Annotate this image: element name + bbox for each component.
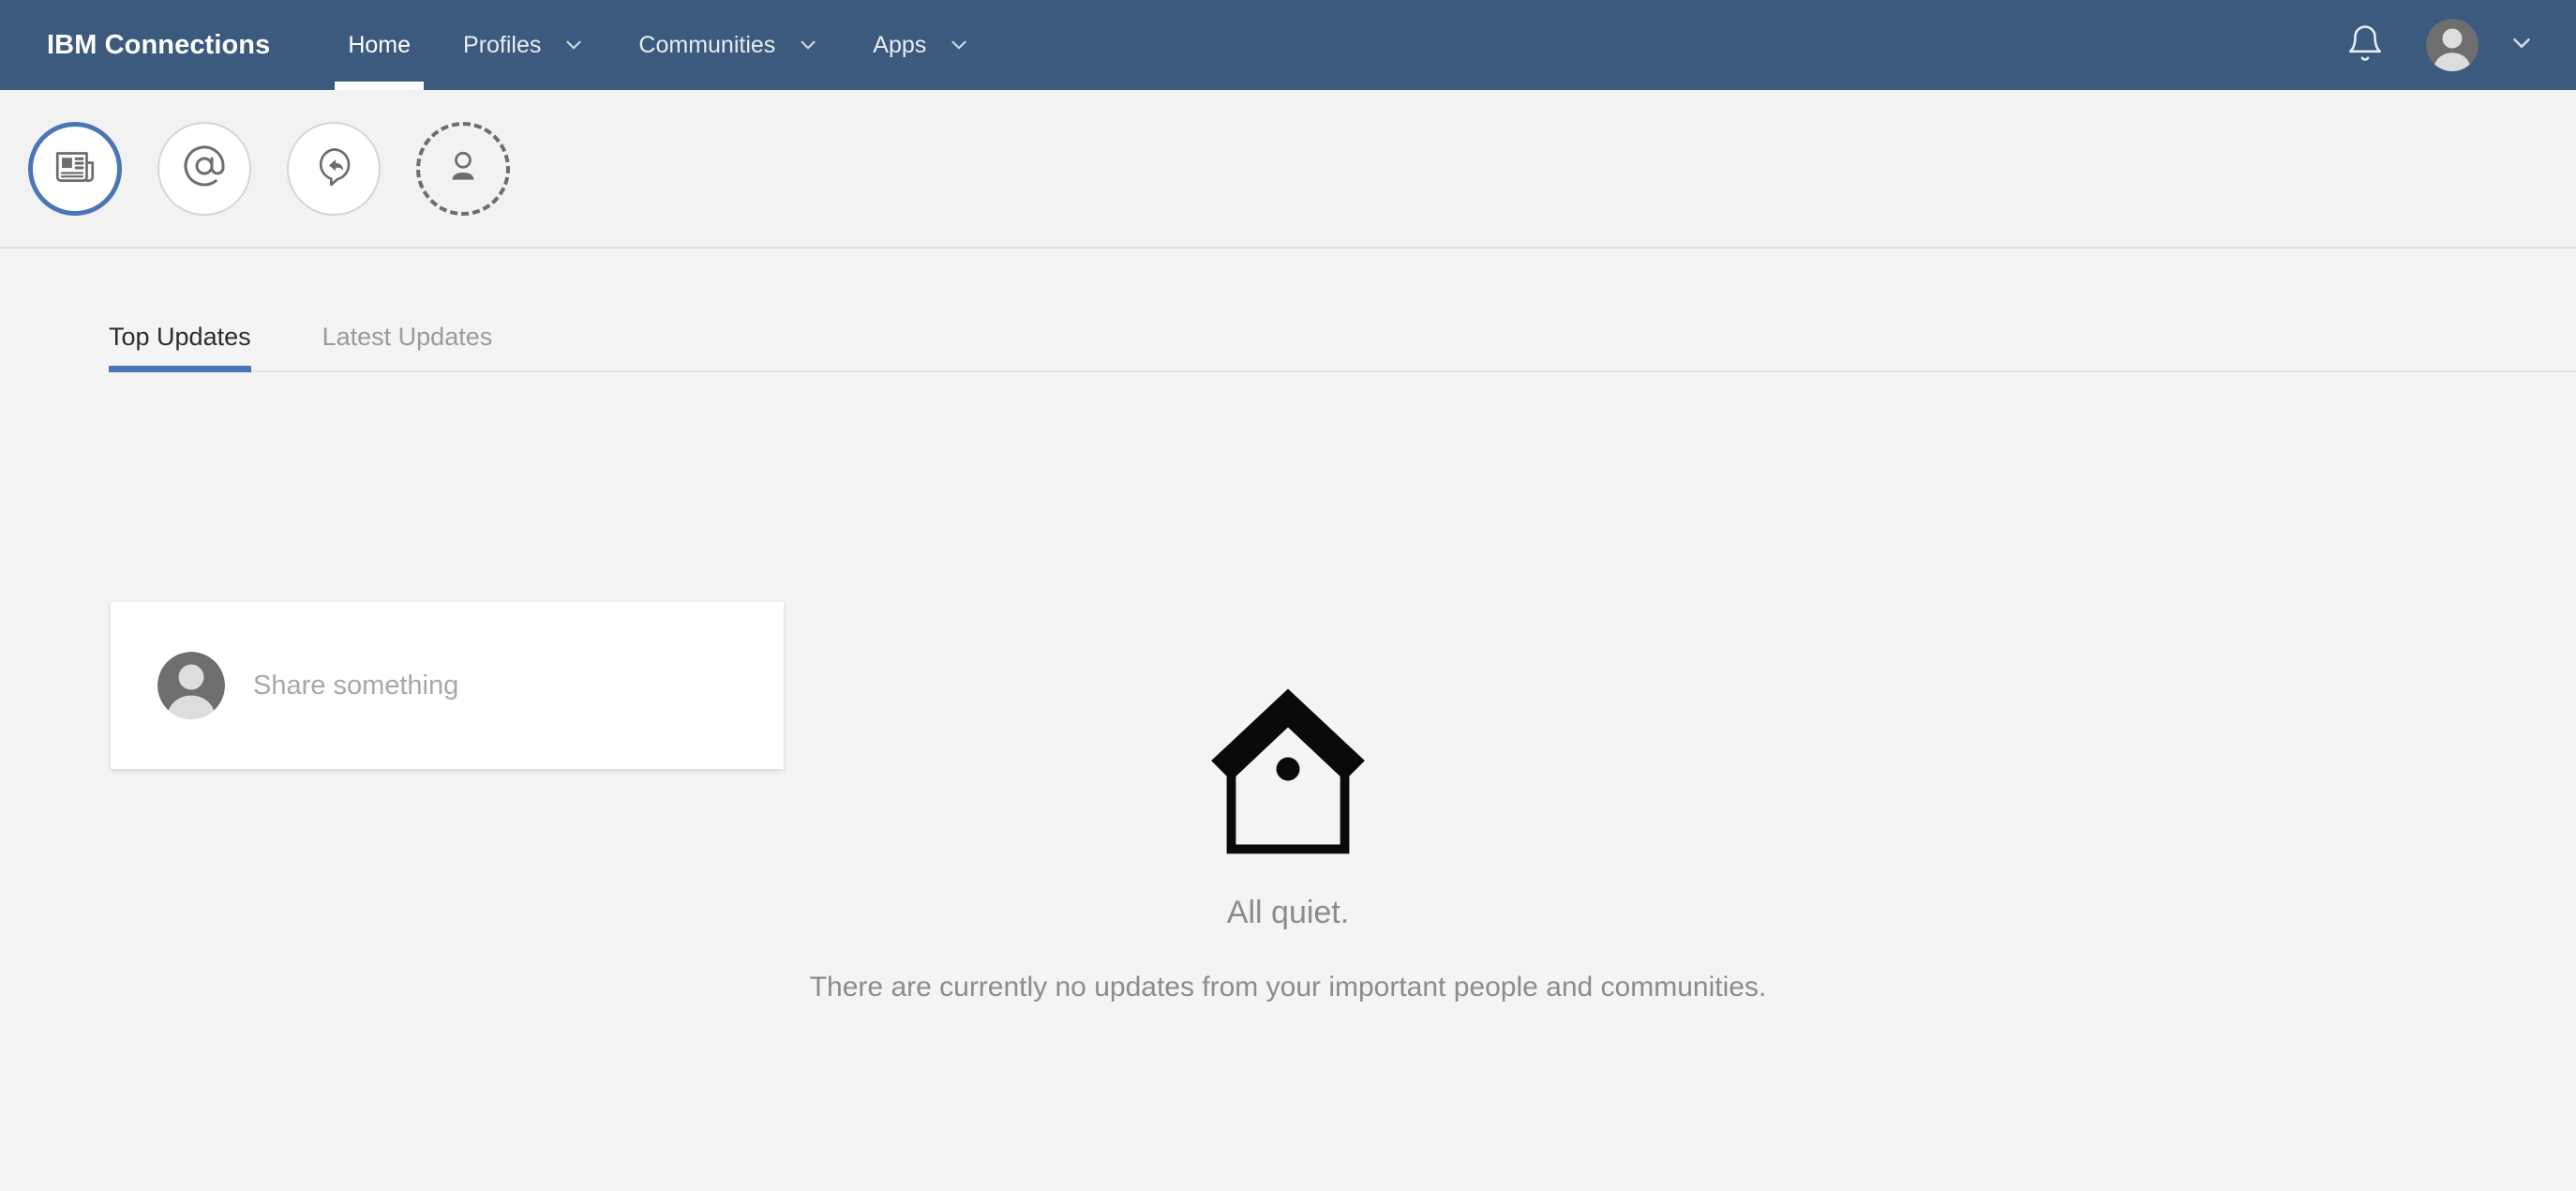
nav-item-label: Communities (638, 31, 776, 58)
header-actions (2336, 16, 2539, 74)
at-mention-icon (182, 143, 227, 193)
empty-state-message: There are currently no updates from your… (809, 972, 1767, 1003)
nav-item-label: Apps (873, 31, 927, 58)
nav-item-home[interactable]: Home (322, 0, 437, 90)
person-dashed-icon (442, 145, 484, 191)
chevron-down-icon (796, 33, 820, 57)
main-content: Top Updates Latest Updates Share somethi… (0, 249, 2576, 1189)
newspaper-icon (52, 143, 98, 194)
filter-updates-button[interactable] (28, 121, 122, 216)
filter-people-button[interactable] (416, 121, 510, 216)
notifications-button[interactable] (2336, 16, 2394, 74)
account-menu-button[interactable] (2505, 28, 2539, 62)
nav-item-profiles[interactable]: Profiles (437, 0, 612, 90)
avatar[interactable] (2426, 19, 2479, 71)
filter-mentions-button[interactable] (157, 121, 251, 216)
chevron-down-icon (2508, 29, 2536, 62)
top-navigation-bar: IBM Connections Home Profiles Communitie… (0, 0, 2576, 90)
chevron-down-icon (947, 33, 971, 57)
tab-latest-updates[interactable]: Latest Updates (322, 324, 493, 372)
updates-tabs: Top Updates Latest Updates (0, 249, 2576, 372)
empty-state: All quiet. There are currently no update… (0, 675, 2576, 1008)
filter-bar (0, 90, 2576, 249)
primary-navigation: Home Profiles Communities Apps (322, 0, 997, 90)
chevron-down-icon (562, 33, 586, 57)
user-avatar (2426, 19, 2479, 71)
birdhouse-icon (1205, 675, 1371, 863)
nav-item-label: Profiles (463, 31, 542, 58)
filter-responses-button[interactable] (287, 121, 381, 216)
bell-icon (2345, 23, 2385, 68)
reply-bubble-icon (312, 144, 355, 192)
brand-logo[interactable]: IBM Connections (47, 30, 270, 61)
nav-item-apps[interactable]: Apps (846, 0, 997, 90)
empty-state-title: All quiet. (1226, 895, 1350, 930)
nav-item-label: Home (348, 31, 412, 58)
tab-top-updates[interactable]: Top Updates (109, 324, 251, 372)
nav-item-communities[interactable]: Communities (612, 0, 846, 90)
